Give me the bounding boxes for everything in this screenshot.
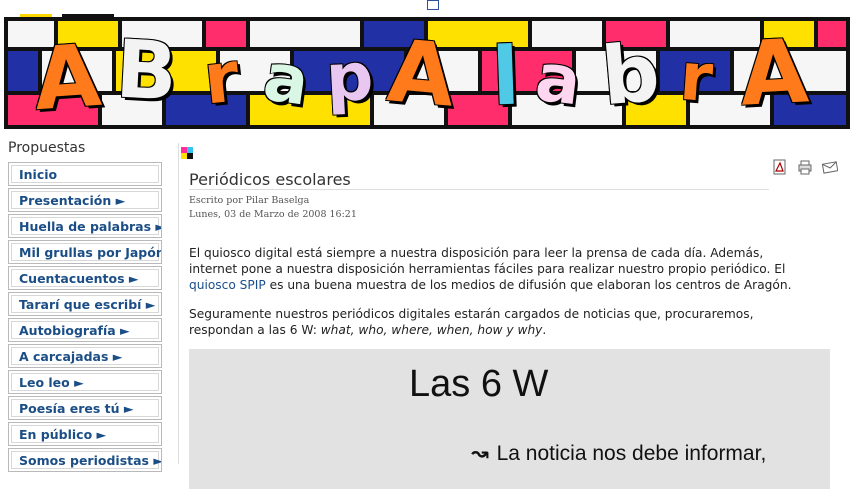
email-icon[interactable] [822,159,839,175]
article-title: Periódicos escolares [189,170,351,189]
title-divider [189,189,769,190]
article-date: Lunes, 03 de Marzo de 2008 16:21 [189,209,357,220]
logo-letter: A [737,19,811,126]
article-paragraph-1: El quiosco digital está siempre a nuestr… [189,245,814,293]
print-icon[interactable] [797,159,813,175]
menu-item-autobiografia[interactable]: Autobiografía ► [8,318,162,342]
embedded-slide: Las 6 W ↝ La noticia nos debe informar, [189,349,830,489]
menu-item-somos-periodistas[interactable]: Somos periodistas ► [8,448,162,472]
paragraph-text: es una buena muestra de los medios de di… [265,278,792,292]
logo-letter: a [258,38,314,121]
logo-letter: B [113,22,180,119]
logo-letter: l [490,29,522,124]
menu-item-inicio[interactable]: Inicio [8,162,162,186]
slide-bullet-text: La noticia nos debe informar, [496,442,767,465]
paragraph-text: . [542,323,547,337]
main-content: Periódicos escolares Escrito por Pilar B… [178,143,857,489]
article-paragraph-2: Seguramente nuestros periódicos digitale… [189,306,814,338]
menu-item-mil-grullas[interactable]: Mil grullas por Japón [8,240,162,264]
logo-letter: A [383,21,459,127]
menu-item-a-carcajadas[interactable]: A carcajadas ► [8,344,162,368]
menu-item-en-publico[interactable]: En público ► [8,422,162,446]
top-strip [0,0,857,19]
sidebar: Propuestas Inicio Presentación ► Huella … [8,140,163,474]
quiosco-spip-link[interactable]: quiosco SPIP [189,278,266,292]
menu-item-tarari[interactable]: Tararí que escribí ► [8,292,162,316]
pdf-icon[interactable] [772,159,788,175]
menu-item-cuentacuentos[interactable]: Cuentacuentos ► [8,266,162,290]
six-w-list: what, who, where, when, how y why [320,323,543,337]
logo-letter: A [30,25,104,129]
logo-letter: a [531,38,586,121]
slide-title: Las 6 W [409,363,549,405]
article-byline: Escrito por Pilar Baselga [189,195,310,206]
menu-item-huella-de-palabras[interactable]: Huella de palabras ► [8,214,162,238]
menu-item-leo-leo[interactable]: Leo leo ► [8,370,162,394]
logo-letter: p [323,37,376,118]
top-square-icon [427,0,439,10]
logo-letter: b [598,25,664,124]
color-squares-icon [181,147,193,159]
logo-letter: r [677,37,716,118]
site-banner[interactable]: A B r a p A l a b r A [4,17,850,129]
banner-logo: A B r a p A l a b r A [4,17,850,129]
logo-letter: r [199,35,243,121]
paragraph-text: El quiosco digital está siempre a nuestr… [189,246,786,276]
article-tools [772,159,842,179]
menu-item-presentacion[interactable]: Presentación ► [8,188,162,212]
sidebar-heading: Propuestas [8,140,86,156]
slide-bullet: ↝ La noticia nos debe informar, [471,441,766,466]
bullet-arrow-icon: ↝ [471,442,489,465]
menu-item-poesia[interactable]: Poesía eres tú ► [8,396,162,420]
